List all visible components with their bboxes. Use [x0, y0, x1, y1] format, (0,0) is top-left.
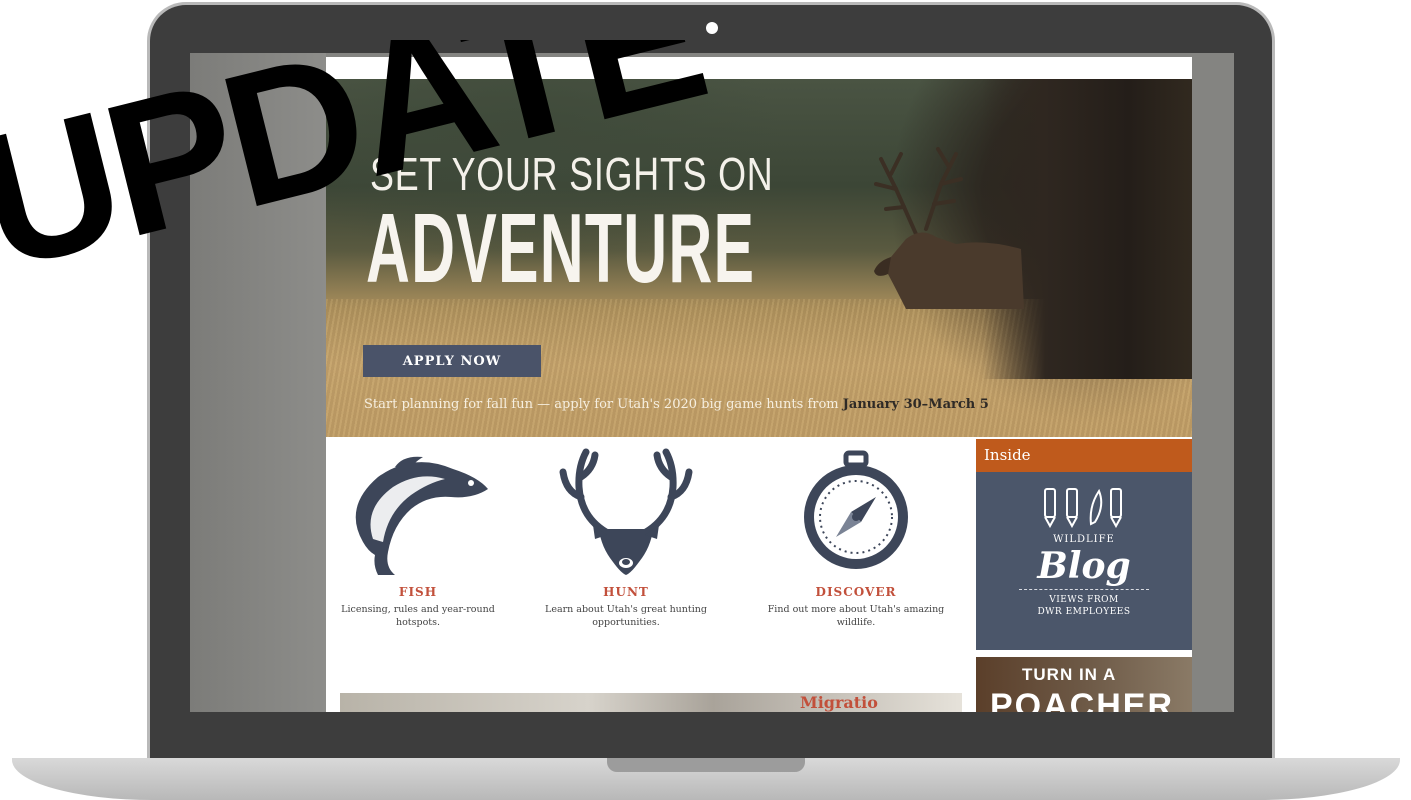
blog-title: Blog: [1037, 545, 1131, 587]
category-fish-title: FISH: [398, 585, 438, 599]
apply-now-button[interactable]: APPLY NOW: [363, 345, 541, 377]
blog-divider: [1019, 589, 1149, 590]
blog-subtitle-line1: VIEWS FROM: [1049, 595, 1119, 605]
category-fish[interactable]: FISH Licensing, rules and year-round hot…: [326, 437, 518, 629]
category-hunt[interactable]: HUNT Learn about Utah's great hunting op…: [526, 437, 726, 629]
site-topbar: [326, 57, 1192, 79]
webcam-dot: [706, 22, 718, 34]
inside-header: Inside: [976, 439, 1192, 472]
category-row: FISH Licensing, rules and year-round hot…: [326, 437, 972, 697]
poacher-line2: POACHER: [990, 687, 1175, 712]
deer-antlers-icon: [559, 448, 693, 575]
blog-kicker: WILDLIFE: [1053, 534, 1115, 545]
category-discover-title: DISCOVER: [815, 585, 897, 599]
compass-icon: [804, 450, 908, 569]
category-discover-description: Find out more about Utah's amazing wildl…: [767, 604, 945, 628]
hero-banner: SET YOUR SIGHTS ON ADVENTURE APPLY NOW S…: [326, 79, 1192, 437]
fish-icon: [355, 456, 488, 575]
screen-background: [190, 53, 326, 712]
poacher-line1: TURN IN A: [1022, 665, 1117, 684]
website-page: SET YOUR SIGHTS ON ADVENTURE APPLY NOW S…: [326, 57, 1192, 712]
wildlife-blog-card[interactable]: WILDLIFE Blog VIEWS FROM DWR EMPLOYEES: [976, 472, 1192, 650]
category-discover[interactable]: DISCOVER Find out more about Utah's amaz…: [756, 437, 956, 629]
blog-subtitle-line2: DWR EMPLOYEES: [1037, 607, 1131, 617]
hero-caption-text: Start planning for fall fun — apply for …: [364, 397, 843, 412]
category-hunt-title: HUNT: [603, 585, 649, 599]
category-hunt-description: Learn about Utah's great hunting opportu…: [545, 604, 707, 628]
elk-silhouette-image: [874, 147, 1024, 309]
hero-caption: Start planning for fall fun — apply for …: [364, 397, 989, 412]
bottom-feature-strip[interactable]: Migratio: [340, 693, 962, 712]
hero-headline-main: ADVENTURE: [366, 193, 756, 303]
category-fish-description: Licensing, rules and year-round hotspots…: [341, 604, 495, 628]
hero-caption-dates: January 30–March 5: [842, 397, 989, 412]
pens-icon: [1044, 488, 1122, 528]
laptop-screen: SET YOUR SIGHTS ON ADVENTURE APPLY NOW S…: [190, 53, 1234, 712]
laptop-base-notch: [607, 758, 805, 772]
turn-in-poacher-card[interactable]: TURN IN A POACHER: [976, 657, 1192, 712]
bottom-strip-title: Migratio: [800, 693, 878, 712]
